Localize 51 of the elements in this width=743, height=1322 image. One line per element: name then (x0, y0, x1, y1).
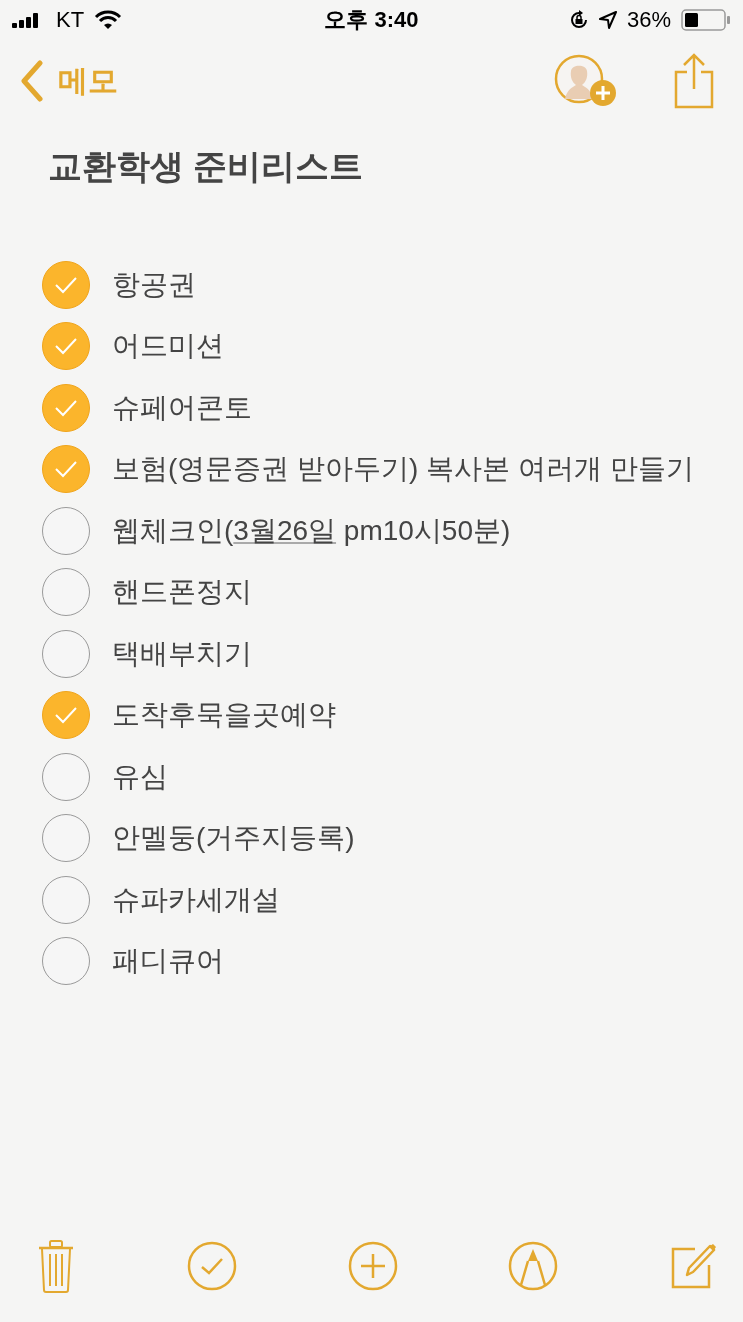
checkbox[interactable] (42, 260, 90, 309)
trash-icon (36, 1238, 76, 1294)
checkmark-icon (53, 459, 79, 480)
checklist-item-text: 택배부치기 (112, 636, 252, 671)
share-icon (673, 53, 715, 109)
share-button[interactable] (673, 53, 715, 109)
compose-icon (669, 1241, 717, 1291)
checkbox[interactable] (42, 937, 90, 986)
checkbox[interactable] (42, 445, 90, 494)
checklist-item-text: 웹체크인(3월26일 pm10시50분) (112, 513, 511, 548)
add-person-icon (553, 53, 619, 109)
plus-circle-icon (347, 1241, 398, 1291)
checkbox[interactable] (42, 383, 90, 432)
checkbox[interactable] (42, 691, 90, 740)
checkbox[interactable] (42, 752, 90, 801)
note-title: 교환학생 준비리스트 (48, 146, 365, 187)
checkbox[interactable] (42, 875, 90, 924)
checkmark-icon (53, 705, 79, 726)
checklist-item-text: 슈페어콘토 (112, 390, 252, 425)
battery-icon (681, 9, 731, 31)
checklist-button[interactable] (186, 1241, 237, 1291)
checklist-item-text: 유심 (112, 759, 168, 794)
checklist-item-text: 패디큐어 (112, 944, 224, 979)
checkbox[interactable] (42, 629, 90, 678)
checklist-item-text: 보험(영문증권 받아두기) 복사본 여러개 만들기 (112, 452, 694, 487)
location-arrow-icon (598, 11, 617, 29)
add-button[interactable] (347, 1241, 398, 1291)
checklist-item-text: 항공권 (112, 267, 196, 302)
checklist-item-text: 도착후묵을곳예약 (112, 698, 336, 733)
wifi-icon (94, 10, 123, 30)
date-link[interactable]: 3월26일 (233, 514, 337, 546)
checkbox[interactable] (42, 568, 90, 617)
pen-tip-circle-icon (508, 1241, 559, 1291)
sketch-button[interactable] (508, 1241, 559, 1291)
checkbox[interactable] (42, 506, 90, 555)
checklist-item-text: 슈파카세개설 (112, 882, 280, 917)
delete-button[interactable] (36, 1238, 76, 1294)
checklist-item-text: 어드미션 (112, 329, 224, 364)
checkbox[interactable] (42, 814, 90, 863)
checkmark-circle-icon (186, 1241, 237, 1291)
checklist-item-text: 안멜둥(거주지등록) (112, 821, 355, 856)
chevron-left-icon (20, 60, 44, 102)
checkmark-icon (53, 336, 79, 357)
checklist-item-text: 핸드폰정지 (112, 575, 252, 610)
checkbox[interactable] (42, 322, 90, 371)
battery-percent: 36% (626, 7, 671, 33)
new-note-button[interactable] (669, 1241, 717, 1291)
carrier-name: KT (56, 7, 85, 33)
rotation-lock-icon (568, 10, 589, 30)
add-person-button[interactable] (553, 53, 619, 109)
clock-time: 오후 3:40 (324, 6, 419, 34)
